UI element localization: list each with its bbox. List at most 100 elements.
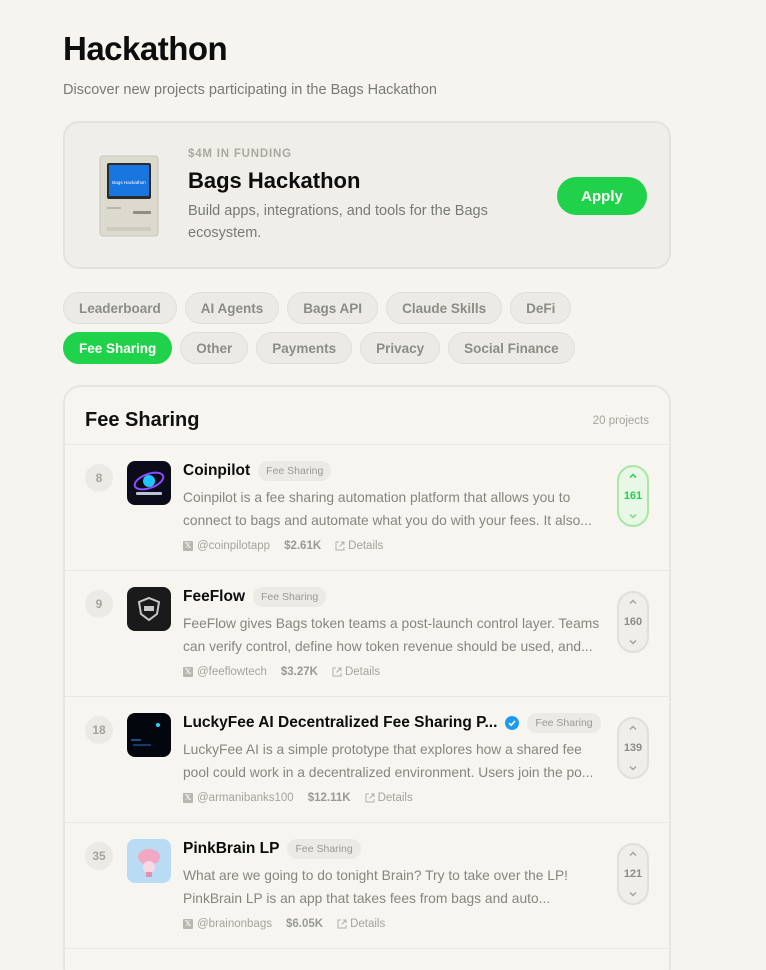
hackathon-title: Bags Hackathon — [188, 168, 361, 193]
project-list-title: Fee Sharing — [85, 409, 200, 431]
project-meta: 𝕏 @feeflowtech $3.27K Details — [183, 666, 380, 678]
project-meta: 𝕏 @armanibanks100 $12.11K Details — [183, 792, 413, 804]
project-description: FeeFlow gives Bags token teams a post-la… — [183, 616, 600, 654]
vote-count: 161 — [623, 490, 643, 502]
funding-label: $4M IN FUNDING — [188, 148, 292, 160]
project-row[interactable]: 9 FeeFlow Fee Sharing FeeFlow gives Bags… — [65, 571, 669, 697]
external-link-icon — [365, 793, 375, 803]
category-chip-bags-api[interactable]: Bags API — [287, 292, 379, 324]
category-chip-ai-agents[interactable]: AI Agents — [184, 292, 280, 324]
external-link-icon — [332, 667, 342, 677]
chevron-down-icon[interactable] — [627, 888, 639, 900]
x-handle: @brainonbags — [197, 918, 272, 930]
project-rank: 18 — [85, 716, 113, 744]
category-chip-payments[interactable]: Payments — [256, 332, 353, 364]
chevron-up-icon[interactable] — [627, 722, 639, 734]
upvote-widget[interactable]: 121 — [617, 843, 649, 905]
details-label: Details — [348, 540, 384, 552]
category-tag: Fee Sharing — [527, 713, 601, 733]
x-handle-link[interactable]: 𝕏 @brainonbags — [183, 918, 272, 930]
chevron-up-icon[interactable] — [627, 596, 639, 608]
chevron-up-icon[interactable] — [627, 848, 639, 860]
category-tag: Fee Sharing — [258, 461, 332, 481]
project-meta: 𝕏 @coinpilotapp $2.61K Details — [183, 540, 383, 552]
category-chip-privacy[interactable]: Privacy — [360, 332, 441, 364]
x-handle-link[interactable]: 𝕏 @armanibanks100 — [183, 792, 294, 804]
pinkbrain-logo-icon[interactable] — [127, 839, 171, 883]
project-amount: $6.05K — [285, 918, 324, 930]
project-name[interactable]: PinkBrain LP — [183, 840, 279, 858]
retro-computer-illustration: Bags Hackathon — [99, 155, 159, 237]
hackathon-page: Hackathon Discover new projects particip… — [0, 0, 766, 970]
x-logo-icon: 𝕏 — [183, 793, 193, 803]
category-chip-defi[interactable]: DeFi — [510, 292, 572, 324]
project-name[interactable]: Coinpilot — [183, 462, 250, 480]
details-link[interactable]: Details — [335, 540, 383, 552]
project-description: Coinpilot is a fee sharing automation pl… — [183, 490, 592, 528]
vote-count: 121 — [623, 868, 643, 880]
x-handle: @armanibanks100 — [197, 792, 294, 804]
vote-count: 160 — [623, 616, 643, 628]
luckyfee-logo-icon[interactable] — [127, 713, 171, 757]
upvote-widget[interactable]: 139 — [617, 717, 649, 779]
x-handle: @coinpilotapp — [197, 540, 271, 552]
chevron-down-icon[interactable] — [627, 636, 639, 648]
project-rank: 9 — [85, 590, 113, 618]
x-handle-link[interactable]: 𝕏 @coinpilotapp — [183, 540, 270, 552]
feeflow-logo-icon[interactable] — [127, 587, 171, 631]
project-description: LuckyFee AI is a simple prototype that e… — [183, 742, 594, 780]
details-link[interactable]: Details — [337, 918, 385, 930]
category-filter-row: Leaderboard AI Agents Bags API Claude Skill… — [63, 292, 683, 324]
verified-badge-icon — [505, 716, 520, 730]
chevron-up-icon[interactable] — [627, 470, 639, 482]
category-filter-row: Fee Sharing Other Payments Privacy Social Fi… — [63, 332, 683, 364]
project-amount: $3.27K — [280, 666, 318, 678]
project-name-line: LuckyFee AI Decentralized Fee Sharing P.… — [183, 713, 601, 733]
project-name[interactable]: LuckyFee AI Decentralized Fee Sharing P.… — [183, 714, 497, 732]
category-chip-fee-sharing[interactable]: Fee Sharing — [63, 332, 173, 364]
details-label: Details — [350, 918, 386, 930]
category-tag: Fee Sharing — [253, 587, 327, 607]
category-chip-social-finance[interactable]: Social Finance — [448, 332, 575, 364]
details-link[interactable]: Details — [365, 792, 413, 804]
x-logo-icon: 𝕏 — [183, 919, 193, 929]
project-list-header: Fee Sharing 20 projects — [65, 387, 669, 445]
project-name[interactable]: FeeFlow — [183, 588, 245, 606]
project-list-panel: Fee Sharing 20 projects 8 Coinpilot Fee … — [63, 385, 671, 970]
upvote-widget[interactable]: 160 — [617, 591, 649, 653]
external-link-icon — [337, 919, 347, 929]
category-tag: Fee Sharing — [287, 839, 361, 859]
hackathon-description: Build apps, integrations, and tools for … — [188, 203, 488, 241]
chevron-down-icon[interactable] — [627, 762, 639, 774]
chevron-down-icon[interactable] — [627, 510, 639, 522]
project-rank: 35 — [85, 842, 113, 870]
project-name-line: PinkBrain LP Fee Sharing — [183, 839, 361, 859]
external-link-icon — [335, 541, 345, 551]
project-name-line: Coinpilot Fee Sharing — [183, 461, 332, 481]
project-row[interactable]: 35 PinkBrain LP Fee Sharing What are we … — [65, 823, 669, 949]
coinpilot-logo-icon[interactable] — [127, 461, 171, 505]
project-row[interactable]: 8 Coinpilot Fee Sharing Coinpilot is a f… — [65, 445, 669, 571]
project-rank: 8 — [85, 464, 113, 492]
apply-button[interactable]: Apply — [557, 177, 647, 215]
page-subtitle: Discover new projects participating in t… — [63, 82, 437, 98]
details-label: Details — [377, 792, 413, 804]
project-list: 8 Coinpilot Fee Sharing Coinpilot is a f… — [65, 445, 669, 949]
category-filters: Leaderboard AI Agents Bags API Claude Skill… — [63, 292, 683, 372]
details-label: Details — [344, 666, 381, 678]
details-link[interactable]: Details — [332, 666, 380, 678]
upvote-widget[interactable]: 161 — [617, 465, 649, 527]
project-name-line: FeeFlow Fee Sharing — [183, 587, 327, 607]
category-chip-claude-skills[interactable]: Claude Skills — [386, 292, 503, 324]
category-chip-leaderboard[interactable]: Leaderboard — [63, 292, 177, 324]
project-count: 20 projects — [592, 415, 649, 427]
svg-text:Bags Hackathon: Bags Hackathon — [112, 180, 146, 185]
category-chip-other[interactable]: Other — [180, 332, 249, 364]
project-row[interactable]: 18 LuckyFee AI Decentralized Fee Sharing… — [65, 697, 669, 823]
x-logo-icon: 𝕏 — [183, 541, 193, 551]
project-amount: $12.11K — [307, 792, 351, 804]
hackathon-banner: Bags Hackathon $4M IN FUNDING Bags Hacka… — [63, 121, 671, 269]
project-meta: 𝕏 @brainonbags $6.05K Details — [183, 918, 385, 930]
x-handle-link[interactable]: 𝕏 @feeflowtech — [183, 666, 267, 678]
project-amount: $2.61K — [284, 540, 322, 552]
